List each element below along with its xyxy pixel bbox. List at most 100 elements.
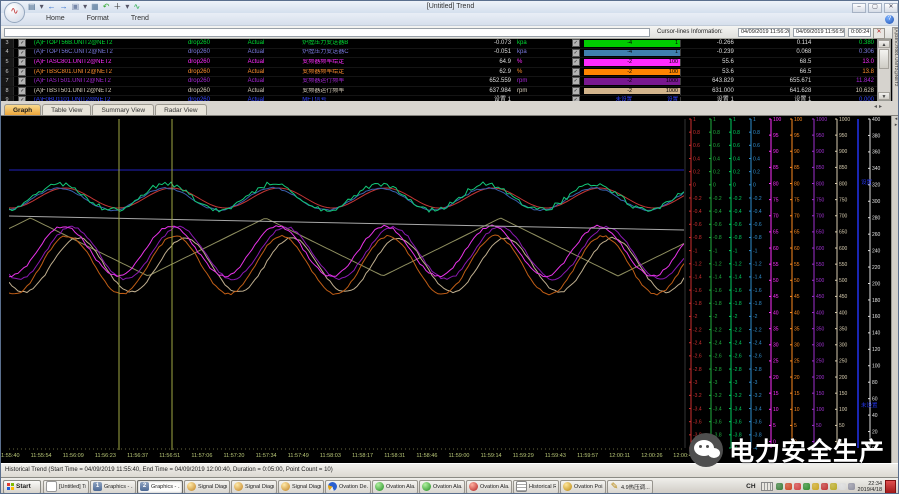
checkbox-icon[interactable]: ✓ [18,39,26,47]
taskbar-task[interactable]: ✎4.9热压调... [607,480,653,494]
taskbar-task[interactable]: Historical R... [513,480,559,494]
tray-icon[interactable] [848,483,855,490]
checkbox-icon[interactable]: ✓ [572,49,580,57]
checkbox-icon[interactable]: ✓ [18,68,26,76]
app-logo-icon[interactable]: ∿ [4,2,25,23]
row-number[interactable]: 8 [1,87,14,96]
scroll-up-icon[interactable]: ▲ [878,40,890,48]
row-number[interactable]: 7 [1,77,14,86]
minimize-button[interactable]: – [852,3,866,13]
axis-tick-label: 0.6 [733,143,740,149]
cursor-delta-field[interactable]: 0:00:24 [848,28,871,37]
checkbox-icon[interactable]: ✓ [18,87,26,95]
tray-icon[interactable] [803,483,810,490]
scale-max: 1 [646,49,680,56]
cursor1-time-field[interactable]: 04/09/2019 11:56:26 [738,28,790,37]
taskbar-task[interactable]: [Untitled] Tr... [43,480,89,494]
graph-right-scroll-strip[interactable]: ◂▸ [891,116,899,463]
scrollbar-thumb[interactable] [879,49,889,69]
close-button[interactable]: ✕ [884,3,898,13]
axis-tick-label: 50 [794,278,800,284]
axis-tick-label: 15 [794,391,800,397]
tab-graph[interactable]: Graph [4,104,41,115]
checkbox-icon[interactable]: ✓ [18,77,26,85]
task-label: 4.9热压调... [621,483,650,491]
ribbon-tab-format[interactable]: Format [76,13,120,25]
checkbox-icon[interactable]: ✓ [572,58,580,66]
cursor2-value: 66.5 [737,69,815,76]
orange-freq-setpoint [9,235,684,295]
axis-tick-label: 0 [693,183,696,189]
checkbox-icon[interactable]: ✓ [572,87,580,95]
taskbar-task[interactable]: Ovation Ala... [466,480,512,494]
help-icon[interactable]: ? [885,15,894,24]
task-label: Ovation Ala... [480,484,509,490]
checkbox-icon[interactable]: ✓ [572,39,580,47]
row-number[interactable]: 3 [1,39,14,48]
maximize-button[interactable]: ▢ [868,3,882,13]
tray-icon[interactable] [785,483,792,490]
signal-drop: drop260 [188,69,248,76]
checkbox-icon[interactable]: ✓ [18,49,26,57]
axis-tick-label: -1.4 [733,275,742,281]
scale-range-bar: -2100 [584,59,680,66]
tray-icon[interactable] [776,483,783,490]
tray-icon[interactable] [812,483,819,490]
table-row[interactable]: 5✓(A)FTASC801.UNIT2@NET2drop260Actual变频器… [1,58,877,68]
tray-icon[interactable] [830,483,837,490]
taskbar-task[interactable]: Signal Diagr... [231,480,277,494]
language-indicator[interactable]: CH [744,482,757,491]
axis-tick-label: -0.8 [713,235,722,241]
cursor-close-button[interactable]: ✕ [873,28,885,39]
tray-icon[interactable] [794,483,801,490]
table-row[interactable]: 3✓(A)FTOPT56B.UNIT2@NET2drop260Actual炉膛压… [1,39,877,49]
taskbar-task[interactable]: 2Graphics - ... [137,480,183,494]
tab-radar-view[interactable]: Radar View [155,104,206,115]
axis-tick-label: 95 [794,133,800,139]
time-tick-label: 11:59:29 [513,453,534,459]
taskbar-task[interactable]: Signal Diagr... [278,480,324,494]
axis-tick-label: -3 [693,380,698,386]
tab-summary-view[interactable]: Summary View [92,104,154,115]
row-checkbox-cell: ✓ [14,87,31,96]
table-row[interactable]: 8✓(A)FTBST501.UNIT2@NET2drop260Actual变频器… [1,87,877,97]
tab-table-view[interactable]: Table View [42,104,91,115]
table-row[interactable]: 7✓(A)FTAST501.UNIT2@NET2drop260Actual变频器… [1,77,877,87]
tray-alert-icon[interactable] [885,480,896,494]
time-tick-label: 11:59:00 [448,453,469,459]
ribbon-tab-home[interactable]: Home [35,13,76,25]
checkbox-icon[interactable]: ✓ [572,68,580,76]
start-button[interactable]: Start [3,480,41,494]
scroll-down-icon[interactable]: ▼ [878,92,890,100]
checkbox-icon[interactable]: ✓ [18,58,26,66]
signal-side-tab[interactable]: (A)GEVJT001.UNIT2@NET2 [892,27,899,103]
taskbar-task[interactable]: Signal Diagr... [184,480,230,494]
row-number[interactable]: 6 [1,68,14,77]
axis-tick-label: -3.2 [733,393,742,399]
axis-tick-label: 30 [773,343,779,349]
row-number[interactable]: 4 [1,49,14,58]
trend-name-field[interactable] [4,28,650,37]
checkbox-icon[interactable]: ✓ [572,77,580,85]
trend-plot: 11:55:4011:55:5411:56:0911:56:2311:56:37… [1,116,899,463]
taskbar-task[interactable]: 1Graphics - ... [90,480,136,494]
taskbar-task[interactable]: Ovation Ala... [372,480,418,494]
table-row[interactable]: 4✓(A)FTOPT56C.UNIT2@NET2drop260Actual炉膛压… [1,49,877,59]
table-scrollbar[interactable]: ▲ ▼ [877,39,891,101]
scale-min: -4 [584,40,646,47]
axis-tick-label: 300 [839,343,848,349]
row-number[interactable]: 5 [1,58,14,67]
tray-icon[interactable] [821,483,828,490]
cursor2-time-field[interactable]: 04/09/2019 11:56:50 [793,28,845,37]
time-tick-label: 11:58:17 [352,453,373,459]
ribbon-tab-trend[interactable]: Trend [120,13,160,25]
tray-icon[interactable] [839,483,846,490]
column-scroll-arrows[interactable]: ◂▸ [874,103,884,110]
keyboard-icon[interactable] [761,482,773,491]
table-row[interactable]: 6✓(A)FTBSC801.UNIT2@NET2drop260Actual变频器… [1,68,877,78]
taskbar-task[interactable]: Ovation Ala... [419,480,465,494]
axis-tick-label: 80 [773,181,779,187]
taskbar-task[interactable]: Ovation De... [325,480,371,494]
taskbar-task[interactable]: Ovation Poi... [560,480,606,494]
cursor1-value: -0.266 [680,40,737,47]
